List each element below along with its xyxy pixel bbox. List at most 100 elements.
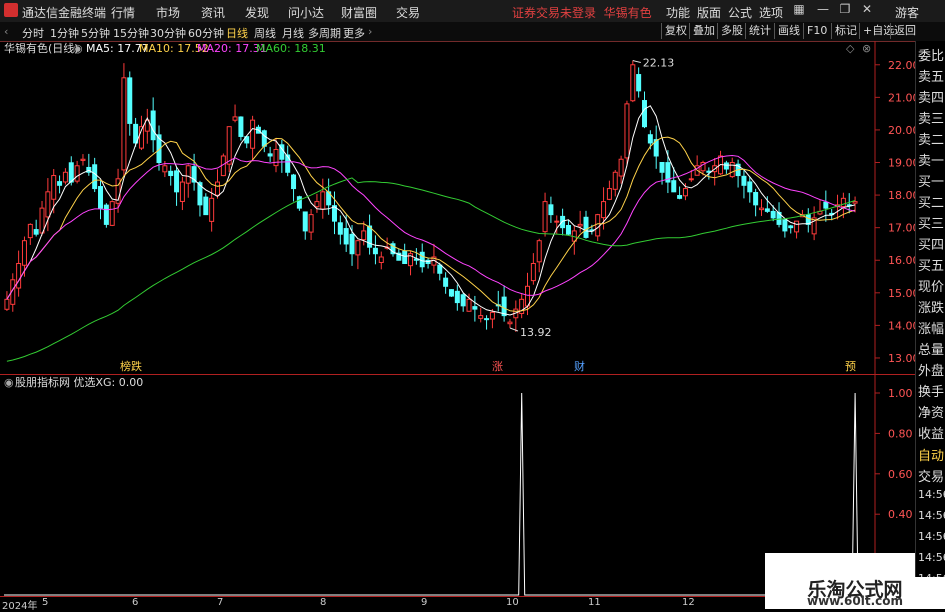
period-more[interactable]: 更多 [343,25,365,41]
indicator-settings-icon[interactable]: ◉ [4,376,14,389]
xg-signal-line [4,392,859,596]
candle [226,126,232,173]
ma60-label: MA60: 18.31 [256,42,326,55]
guest-label[interactable]: 游客 [895,4,919,21]
candle [144,108,150,144]
restore-icon[interactable]: ❐ [836,2,854,18]
period-monthly[interactable]: 月线 [282,25,304,41]
period-30min[interactable]: 30分钟 [150,25,186,41]
menu-market[interactable]: 市场 [156,4,180,21]
date-label: 9 [421,597,428,608]
candle [314,193,320,213]
candle [753,188,759,217]
quote-field-label: 卖二 [918,133,945,148]
candle [320,178,326,219]
kline-chart[interactable]: 22.00 21.00 20.00 19.00 18.00 17.00 16.00 15.00… [0,41,915,374]
period-daily[interactable]: 日线 [226,25,248,41]
tool-mark[interactable]: 标记 [831,23,860,39]
menu-quotes[interactable]: 行情 [111,4,135,21]
candle [27,223,33,245]
candle [723,160,729,174]
date-label: 10 [506,597,519,608]
candle [62,168,68,185]
skin-icon[interactable]: ▦ [790,2,808,18]
chart-settings-icon[interactable]: ◉ [73,42,83,55]
tool-stats[interactable]: 统计 [745,23,774,39]
period-weekly[interactable]: 周线 [254,25,276,41]
event-marker: 预 [845,360,856,373]
menu-trade[interactable]: 交易 [396,4,420,21]
quote-field-label: 卖一 [918,154,945,169]
watermark: 乐淘公式网 www.60lt.com [765,577,945,609]
candle [308,209,314,241]
price-axis-label: 15.00 [888,287,915,300]
period-multi[interactable]: 多周期 [308,25,341,41]
period-timeshare[interactable]: 分时 [22,25,44,41]
trade-button[interactable]: 交易 [918,466,944,485]
candle [238,116,244,141]
candle [267,146,273,163]
price-axis-label: 21.00 [888,91,915,104]
candle [296,195,302,211]
tool-adjust[interactable]: 复权 [661,23,690,39]
chart-title: 华锡有色(日线) [4,41,79,55]
chart-zoom-icon[interactable]: ◇ [846,42,855,55]
quote-field-label: 买一 [918,175,945,190]
menu-options[interactable]: 选项 [759,4,783,21]
quote-field-label: 14:56 [918,551,945,564]
candle [185,164,191,198]
quote-field-label: 委比 [918,49,945,64]
chart-close-icon[interactable]: ⊗ [862,42,871,55]
candle [390,241,396,257]
period-1min[interactable]: 1分钟 [50,25,79,41]
date-label: 7 [217,597,224,608]
period-60min[interactable]: 60分钟 [188,25,224,41]
tool-draw[interactable]: 画线 [774,23,803,39]
tool-back[interactable]: 返回 [890,23,919,39]
login-notice[interactable]: 证券交易未登录 华锡有色 [512,4,652,21]
menu-news[interactable]: 资讯 [201,4,225,21]
candle [577,210,583,233]
more-arrow-icon[interactable]: › [368,25,372,38]
date-label: 8 [320,597,327,608]
app-title: 通达信金融终端 [22,6,107,20]
back-arrow-icon[interactable]: ‹ [4,25,8,38]
menu-wealth[interactable]: 财富圈 [341,4,377,21]
candle [343,215,349,252]
menu-discover[interactable]: 发现 [245,4,269,21]
candle [57,175,63,194]
candle [501,285,507,322]
candle [852,196,858,213]
period-15min[interactable]: 15分钟 [113,25,149,41]
event-marker: 财 [574,359,585,373]
candle [419,243,425,273]
menu-functions[interactable]: 功能 [666,4,690,21]
candle [250,115,256,160]
tool-multistock[interactable]: 多股 [717,23,746,39]
candle [209,187,215,232]
quote-field-label: 卖四 [918,91,945,106]
candle [448,289,454,297]
tool-f10[interactable]: F10 [803,23,830,39]
candle [548,196,554,223]
candle [80,154,86,166]
candle [811,206,817,241]
candle [519,294,525,319]
close-icon[interactable]: ✕ [858,2,876,18]
quote-field-label: 14:56 [918,509,945,522]
menu-ask[interactable]: 问小达 [288,4,324,21]
candle [232,104,238,123]
app-logo-icon [4,3,18,17]
tool-overlay[interactable]: 叠加 [689,23,718,39]
candle [536,238,542,273]
candle [337,215,343,245]
menu-formula[interactable]: 公式 [728,4,752,21]
period-5min[interactable]: 5分钟 [81,25,110,41]
candle [507,319,513,328]
low-price-label: 13.92 [520,326,552,339]
candle [443,272,449,294]
auto-button[interactable]: 自动 [918,445,944,464]
menu-layout[interactable]: 版面 [697,4,721,21]
minimize-icon[interactable]: — [814,2,832,18]
quote-field-label: 现价 [918,280,945,295]
